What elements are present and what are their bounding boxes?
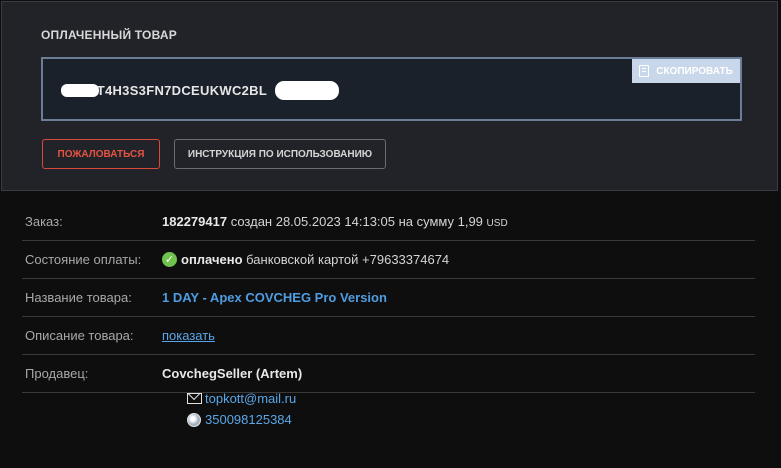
product-name-label: Название товара: xyxy=(25,290,132,305)
copy-button[interactable]: СКОПИРОВАТЬ xyxy=(632,59,740,83)
order-label: Заказ: xyxy=(25,214,63,229)
check-icon: ✓ xyxy=(162,252,177,267)
product-name-row: Название товара: 1 DAY - Apex COVCHEG Pr… xyxy=(22,279,755,317)
seller-row: Продавец: CovchegSeller (Artem) xyxy=(22,355,755,393)
instructions-button[interactable]: ИНСТРУКЦИЯ ПО ИСПОЛЬЗОВАНИЮ xyxy=(174,139,386,169)
seller-name: CovchegSeller (Artem) xyxy=(162,366,303,381)
mail-icon xyxy=(187,393,202,404)
payment-status: оплачено xyxy=(181,252,243,267)
paid-item-panel: ОПЛАЧЕННЫЙ ТОВАР 6V8DT4H3S3FN7DCEUKWC2BL… xyxy=(1,1,778,191)
seller-label: Продавец: xyxy=(25,366,89,381)
order-row: Заказ: 182279417 создан 28.05.2023 14:13… xyxy=(22,203,755,241)
payment-value: ✓ оплачено банковской картой +7963337467… xyxy=(162,252,449,267)
redaction-mask-left xyxy=(61,84,99,97)
redaction-mask-right xyxy=(275,81,339,100)
product-desc-value: показать xyxy=(162,328,215,343)
paid-item-title: ОПЛАЧЕННЫЙ ТОВАР xyxy=(41,28,177,42)
order-value: 182279417 создан 28.05.2023 14:13:05 на … xyxy=(162,214,508,229)
copy-icon xyxy=(639,65,650,77)
seller-email-line: topkott@mail.ru xyxy=(187,391,296,406)
product-desc-label: Описание товара: xyxy=(25,328,134,343)
seller-email-link[interactable]: topkott@mail.ru xyxy=(205,391,296,406)
show-description-link[interactable]: показать xyxy=(162,328,215,343)
product-desc-row: Описание товара: показать xyxy=(22,317,755,355)
order-info-table: Заказ: 182279417 создан 28.05.2023 14:13… xyxy=(22,203,755,427)
product-name-value: 1 DAY - Apex COVCHEG Pro Version xyxy=(162,290,387,305)
order-created-text: создан 28.05.2023 14:13:05 на сумму 1,99 xyxy=(230,214,483,229)
order-currency: USD xyxy=(486,218,508,229)
order-number: 182279417 xyxy=(162,214,228,229)
payment-row: Состояние оплаты: ✓ оплачено банковской … xyxy=(22,241,755,279)
seller-wmid-link[interactable]: 350098125384 xyxy=(205,412,292,427)
seller-wmid-line: 350098125384 xyxy=(187,412,292,427)
copy-button-label: СКОПИРОВАТЬ xyxy=(656,65,733,77)
payment-method: банковской картой +79633374674 xyxy=(246,252,450,267)
payment-label: Состояние оплаты: xyxy=(25,252,142,267)
product-name-link[interactable]: 1 DAY - Apex COVCHEG Pro Version xyxy=(162,290,387,305)
complain-button[interactable]: ПОЖАЛОВАТЬСЯ xyxy=(42,139,160,169)
product-code-box[interactable]: 6V8DT4H3S3FN7DCEUKWC2BL СКОПИРОВАТЬ xyxy=(41,57,742,121)
webmoney-icon xyxy=(187,412,201,427)
